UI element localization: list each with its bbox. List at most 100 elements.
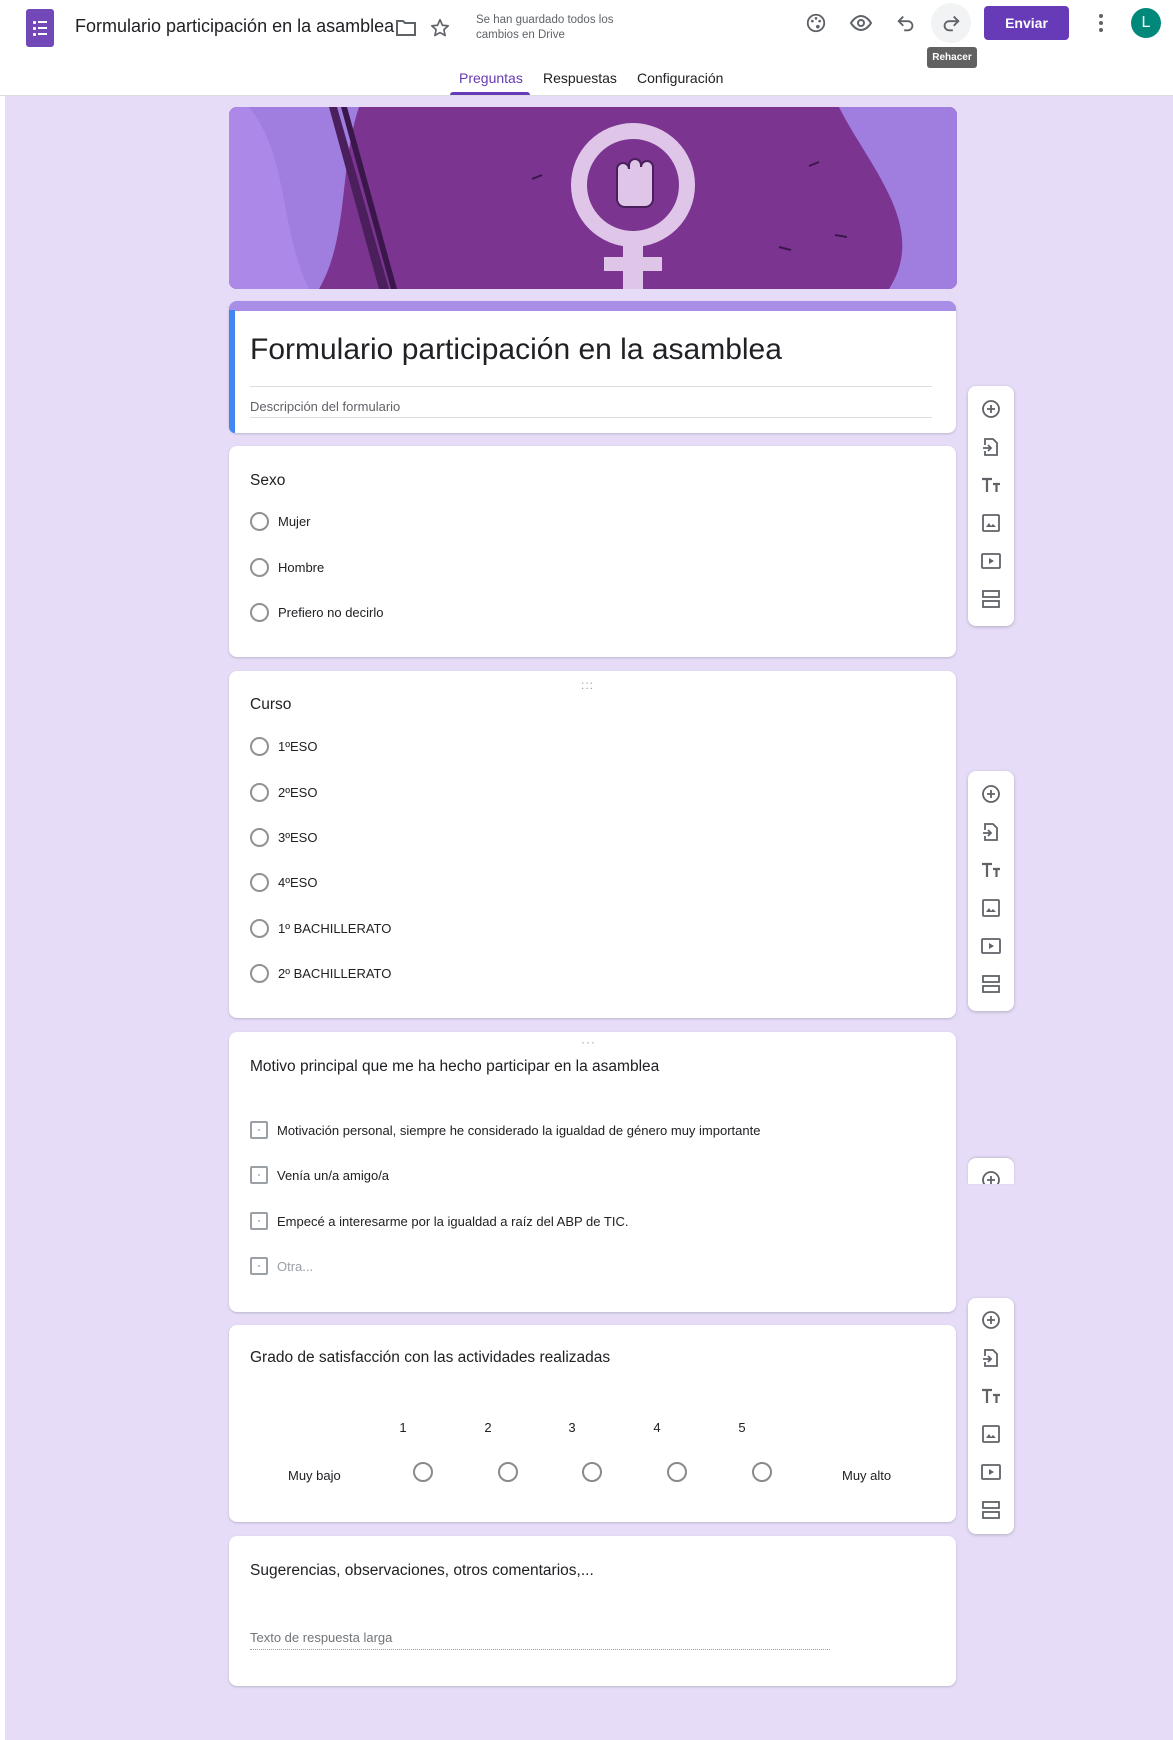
description-underline (250, 417, 932, 418)
radio-option[interactable]: 2º BACHILLERATO (250, 963, 391, 983)
question-title: Motivo principal que me ha hecho partici… (250, 1058, 660, 1075)
radio-button[interactable] (250, 827, 269, 847)
option-label: Otra... (277, 1258, 314, 1274)
radio-button[interactable] (250, 782, 269, 802)
checkbox[interactable] (250, 1257, 268, 1275)
add-question-icon[interactable] (979, 397, 1003, 421)
import-questions-icon[interactable] (979, 435, 1003, 459)
radio-option[interactable]: 4ºESO (250, 872, 317, 892)
form-title[interactable]: Formulario participación en la asamblea (250, 333, 782, 367)
radio-option[interactable]: 1º BACHILLERATO (250, 918, 391, 938)
radio-button[interactable] (250, 872, 269, 892)
add-question-icon[interactable] (979, 1168, 1003, 1184)
option-label: Prefiero no decirlo (278, 604, 384, 620)
option-label: 1ºESO (278, 738, 318, 754)
checkbox[interactable] (250, 1166, 268, 1184)
add-title-icon[interactable] (979, 473, 1003, 497)
checkbox-option[interactable]: Venía un/a amigo/a (250, 1165, 389, 1185)
add-section-icon[interactable] (979, 972, 1003, 996)
drag-handle-icon[interactable]: ::: (581, 678, 594, 692)
add-title-icon[interactable] (979, 1384, 1003, 1408)
redo-icon[interactable] (931, 3, 971, 43)
radio-button[interactable] (250, 918, 269, 938)
radio-button[interactable] (250, 736, 269, 756)
question-card-satisfaccion[interactable]: Grado de satisfacción con las actividade… (229, 1325, 956, 1522)
tab-respuestas[interactable]: Respuestas (543, 70, 617, 86)
question-card-curso[interactable]: ::: Curso 1ºESO 2ºESO 3ºESO 4ºESO 1º BAC… (229, 671, 956, 1018)
add-video-icon[interactable] (979, 1460, 1003, 1484)
question-title: Grado de satisfacción con las actividade… (250, 1349, 611, 1366)
add-title-icon[interactable] (979, 858, 1003, 882)
question-toolbar (968, 1298, 1014, 1534)
scale-number: 1 (399, 1420, 407, 1435)
radio-option[interactable]: 1ºESO (250, 736, 317, 756)
document-title[interactable]: Formulario participación en la asamblea (75, 16, 394, 37)
radio-option[interactable]: Prefiero no decirlo (250, 602, 384, 622)
question-card-sexo[interactable]: Sexo Mujer Hombre Prefiero no decirlo (229, 446, 956, 657)
scale-number: 2 (484, 1420, 492, 1435)
long-answer-underline (250, 1649, 830, 1650)
import-questions-icon[interactable] (979, 820, 1003, 844)
scale-radio-button[interactable] (413, 1462, 433, 1482)
add-image-icon[interactable] (979, 511, 1003, 535)
add-question-icon[interactable] (979, 782, 1003, 806)
question-card-sugerencias[interactable]: Sugerencias, observaciones, otros coment… (229, 1536, 956, 1686)
radio-button[interactable] (250, 963, 269, 983)
option-label: 2º BACHILLERATO (278, 965, 392, 981)
page-edge (0, 96, 5, 1740)
form-description-field[interactable]: Descripción del formulario (250, 399, 400, 414)
add-section-icon[interactable] (979, 1498, 1003, 1522)
radio-option[interactable]: Mujer (250, 511, 311, 531)
radio-option[interactable]: 2ºESO (250, 782, 317, 802)
checkbox[interactable] (250, 1212, 268, 1230)
question-title: Curso (250, 696, 292, 713)
tab-preguntas[interactable]: Preguntas (459, 70, 523, 86)
send-button[interactable]: Enviar (984, 6, 1069, 40)
palette-icon[interactable] (796, 3, 836, 43)
add-image-icon[interactable] (979, 1422, 1003, 1446)
option-label: Empecé a interesarme por la igualdad a r… (277, 1213, 629, 1229)
more-options-icon[interactable] (1081, 3, 1121, 43)
form-header-card[interactable]: Formulario participación en la asamblea … (229, 301, 956, 433)
radio-button[interactable] (250, 602, 269, 622)
question-card-motivo[interactable]: ··· Motivo principal que me ha hecho par… (229, 1032, 956, 1312)
title-underline (250, 386, 932, 387)
form-tabs: Preguntas Respuestas Configuración (0, 62, 1173, 96)
radio-option[interactable]: 3ºESO (250, 827, 317, 847)
tab-configuracion[interactable]: Configuración (637, 70, 723, 86)
undo-icon[interactable] (886, 3, 926, 43)
option-label: Motivación personal, siempre he consider… (277, 1122, 761, 1138)
scale-radio-button[interactable] (752, 1462, 772, 1482)
checkbox-option-other[interactable]: Otra... (250, 1256, 313, 1276)
header-banner-image (229, 107, 957, 289)
add-image-icon[interactable] (979, 896, 1003, 920)
radio-button[interactable] (250, 557, 269, 577)
add-video-icon[interactable] (979, 934, 1003, 958)
avatar[interactable]: L (1131, 8, 1161, 38)
import-questions-icon[interactable] (979, 1346, 1003, 1370)
scale-radio-button[interactable] (498, 1462, 518, 1482)
checkbox-option[interactable]: Empecé a interesarme por la igualdad a r… (250, 1211, 628, 1231)
app-header: Formulario participación en la asamblea … (0, 0, 1173, 96)
long-answer-field[interactable]: Texto de respuesta larga (250, 1630, 392, 1645)
checkbox-option[interactable]: Motivación personal, siempre he consider… (250, 1120, 760, 1140)
question-toolbar (968, 386, 1014, 626)
option-label: 4ºESO (278, 874, 318, 890)
forms-logo[interactable] (26, 9, 54, 47)
scale-low-label: Muy bajo (288, 1468, 341, 1483)
radio-option[interactable]: Hombre (250, 557, 324, 577)
add-question-icon[interactable] (979, 1308, 1003, 1332)
option-label: Venía un/a amigo/a (277, 1167, 390, 1183)
add-section-icon[interactable] (979, 587, 1003, 611)
scale-high-label: Muy alto (842, 1468, 892, 1483)
checkbox[interactable] (250, 1121, 268, 1139)
radio-button[interactable] (250, 511, 269, 531)
drag-handle-icon[interactable]: ··· (581, 1035, 596, 1049)
scale-number: 3 (568, 1420, 576, 1435)
add-video-icon[interactable] (979, 549, 1003, 573)
preview-eye-icon[interactable] (841, 3, 881, 43)
star-icon[interactable] (420, 8, 460, 48)
question-title: Sugerencias, observaciones, otros coment… (250, 1562, 594, 1579)
scale-radio-button[interactable] (667, 1462, 687, 1482)
scale-radio-button[interactable] (582, 1462, 602, 1482)
